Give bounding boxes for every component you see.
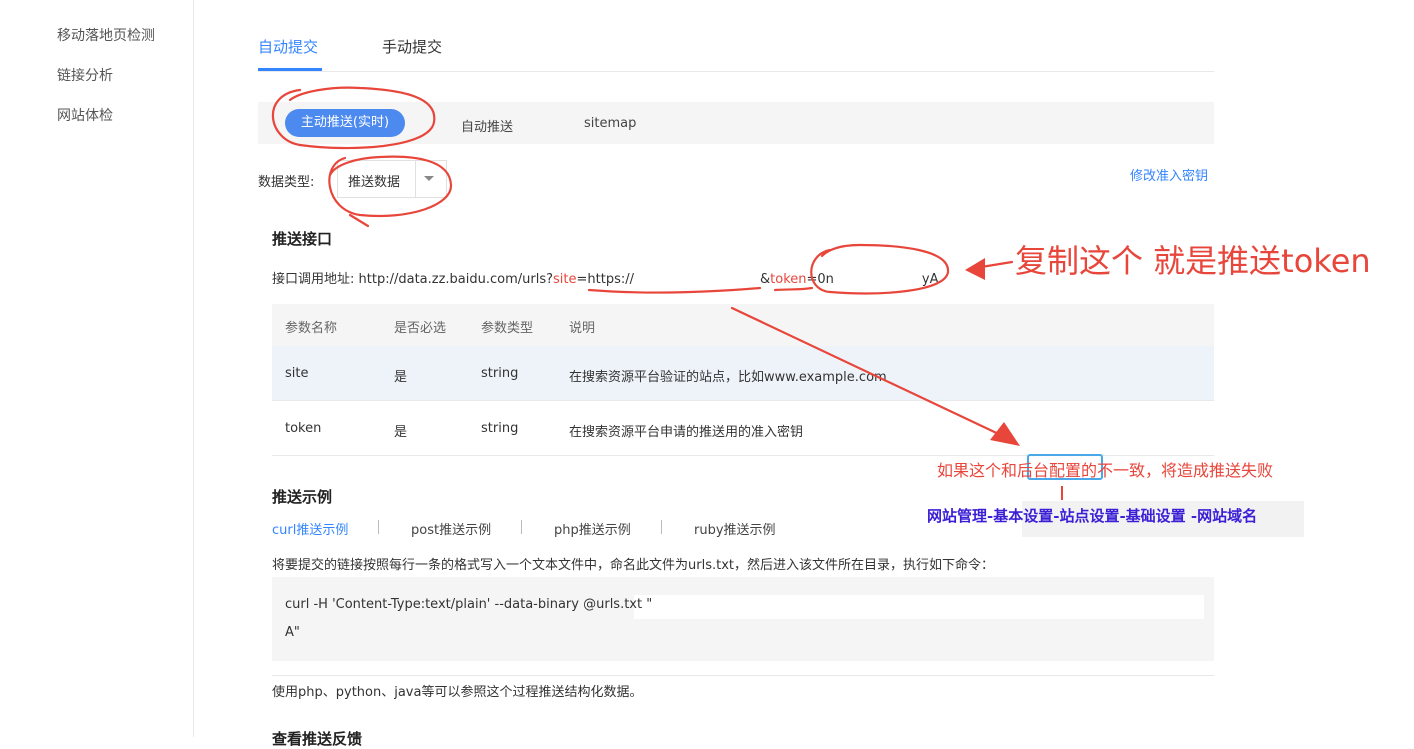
annotation-overlay [271,86,1063,500]
circle-data-type-mark [328,155,453,217]
arrow-mismatch-head [990,422,1020,446]
tail-data-type-mark [348,213,370,228]
circle-active-push-mark [271,86,436,150]
circle-token-mark [810,243,950,295]
arrow-copy-token-head [965,258,985,280]
underline-token-mark [773,286,814,292]
arrow-mismatch-line [730,306,1007,439]
underline-site-mark [587,286,762,294]
